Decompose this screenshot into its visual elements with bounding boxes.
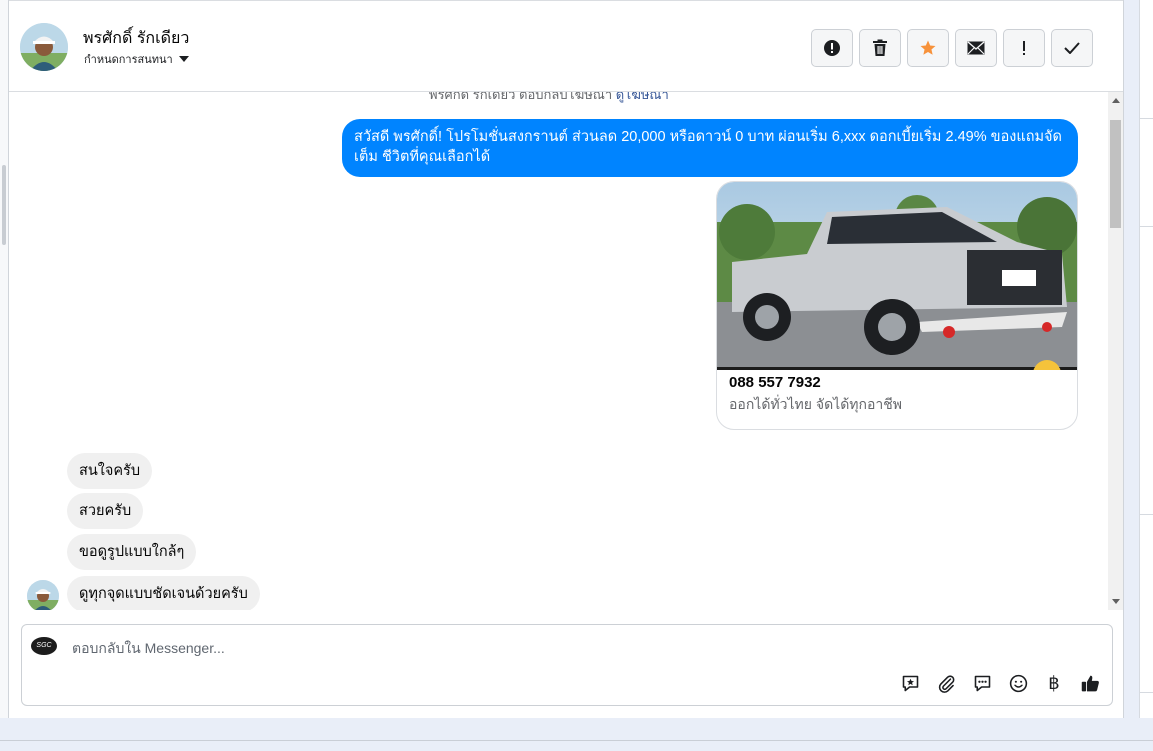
- right-divider: [1139, 514, 1153, 515]
- card-title: 088 557 7932: [729, 374, 821, 391]
- view-ad-link[interactable]: ดูโฆษณา: [616, 92, 669, 102]
- assign-label: กำหนดการสนทนา: [84, 54, 173, 66]
- saved-reply-icon: [902, 675, 918, 691]
- envelope-icon: [967, 41, 985, 55]
- check-icon: [1064, 42, 1080, 54]
- incoming-message-text: สนใจครับ: [79, 463, 141, 479]
- left-edge-strip: [0, 0, 8, 718]
- caret-down-icon: [178, 56, 189, 62]
- baht-icon: ฿: [1048, 672, 1060, 694]
- star-icon: [920, 40, 936, 55]
- right-divider: [1139, 118, 1153, 119]
- follow-up-button[interactable]: [1003, 29, 1045, 67]
- scroll-down-arrow-icon[interactable]: [1112, 599, 1120, 604]
- incoming-message-text: ขอดูรูปแบบใกล้ๆ: [79, 544, 185, 560]
- ad-reply-note: พรศักดิ์ รักเดียว ตอบกลับโฆษณา ดูโฆษณา: [429, 92, 669, 105]
- contact-avatar-image: [20, 23, 68, 71]
- trash-icon: [873, 39, 887, 56]
- bottom-strip: [0, 718, 1153, 751]
- chat-bubble-icon: [974, 675, 990, 691]
- sender-avatar: [27, 580, 59, 610]
- right-side-panel-inner: [1139, 0, 1153, 718]
- incoming-message-text: ดูทุกจุดแบบชัดเจนด้วยครับ: [79, 586, 248, 602]
- left-scroll-indicator: [2, 165, 6, 245]
- outgoing-message-text: สวัสดี พรศักดิ์! โปรโมชั่นสงกรานต์ ส่วนล…: [354, 129, 1062, 165]
- contact-name[interactable]: พรศักดิ์ รักเดียว: [83, 26, 189, 51]
- incoming-message[interactable]: สนใจครับ: [67, 453, 153, 489]
- saved-replies-button[interactable]: [898, 671, 922, 695]
- delete-button[interactable]: [859, 29, 901, 67]
- card-subtitle: ออกได้ทั่วไทย จัดได้ทุกอาชีพ: [729, 396, 903, 412]
- like-button[interactable]: [1078, 671, 1102, 695]
- message-scrollbar[interactable]: [1108, 92, 1123, 610]
- payment-button[interactable]: ฿: [1042, 671, 1066, 695]
- spam-button[interactable]: [811, 29, 853, 67]
- page-avatar: SGC: [31, 637, 57, 655]
- smiley-icon: [1009, 674, 1027, 692]
- reply-composer: SGC ตอบกลับใน Messenger... ฿: [21, 624, 1113, 706]
- incoming-message[interactable]: สวยครับ: [67, 493, 144, 529]
- exclamation-icon: [1023, 41, 1025, 55]
- assign-conversation-dropdown[interactable]: กำหนดการสนทนา: [84, 50, 189, 68]
- attach-button[interactable]: [934, 671, 958, 695]
- right-divider: [1139, 692, 1153, 693]
- message-list[interactable]: พรศักดิ์ รักเดียว ตอบกลับโฆษณา ดูโฆษณา ส…: [9, 92, 1107, 610]
- truck-image: [717, 182, 1077, 370]
- right-side-panel: [1124, 0, 1153, 718]
- outgoing-message[interactable]: สวัสดี พรศักดิ์! โปรโมชั่นสงกรานต์ ส่วนล…: [342, 119, 1078, 177]
- incoming-message[interactable]: ดูทุกจุดแบบชัดเจนด้วยครับ: [67, 576, 260, 610]
- incoming-message[interactable]: ขอดูรูปแบบใกล้ๆ: [67, 534, 197, 570]
- exclamation-circle-icon: [824, 40, 840, 56]
- conversation-header: พรศักดิ์ รักเดียว กำหนดการสนทนา: [9, 0, 1123, 92]
- conversation-panel: พรศักดิ์ รักเดียว กำหนดการสนทนา พรศักดิ์…: [8, 0, 1124, 718]
- sender-avatar-image: [27, 580, 59, 610]
- composer-tools: ฿: [898, 671, 1102, 695]
- mark-unread-button[interactable]: [955, 29, 997, 67]
- star-button[interactable]: [907, 29, 949, 67]
- scroll-thumb[interactable]: [1110, 120, 1121, 228]
- scroll-up-arrow-icon[interactable]: [1112, 98, 1120, 103]
- right-divider: [1139, 226, 1153, 227]
- thumbs-up-icon: [1081, 675, 1099, 691]
- incoming-message-text: สวยครับ: [79, 503, 132, 519]
- contact-avatar[interactable]: [20, 23, 68, 71]
- ad-card[interactable]: 088 557 7932 ออกได้ทั่วไทย จัดได้ทุกอาชี…: [716, 181, 1078, 430]
- header-actions: [811, 29, 1093, 67]
- quick-replies-button[interactable]: [970, 671, 994, 695]
- paperclip-icon: [938, 674, 954, 693]
- emoji-button[interactable]: [1006, 671, 1030, 695]
- bottom-divider: [0, 740, 1153, 741]
- ad-reply-text: พรศักดิ์ รักเดียว ตอบกลับโฆษณา: [429, 92, 613, 102]
- reply-input[interactable]: [70, 637, 874, 659]
- mark-done-button[interactable]: [1051, 29, 1093, 67]
